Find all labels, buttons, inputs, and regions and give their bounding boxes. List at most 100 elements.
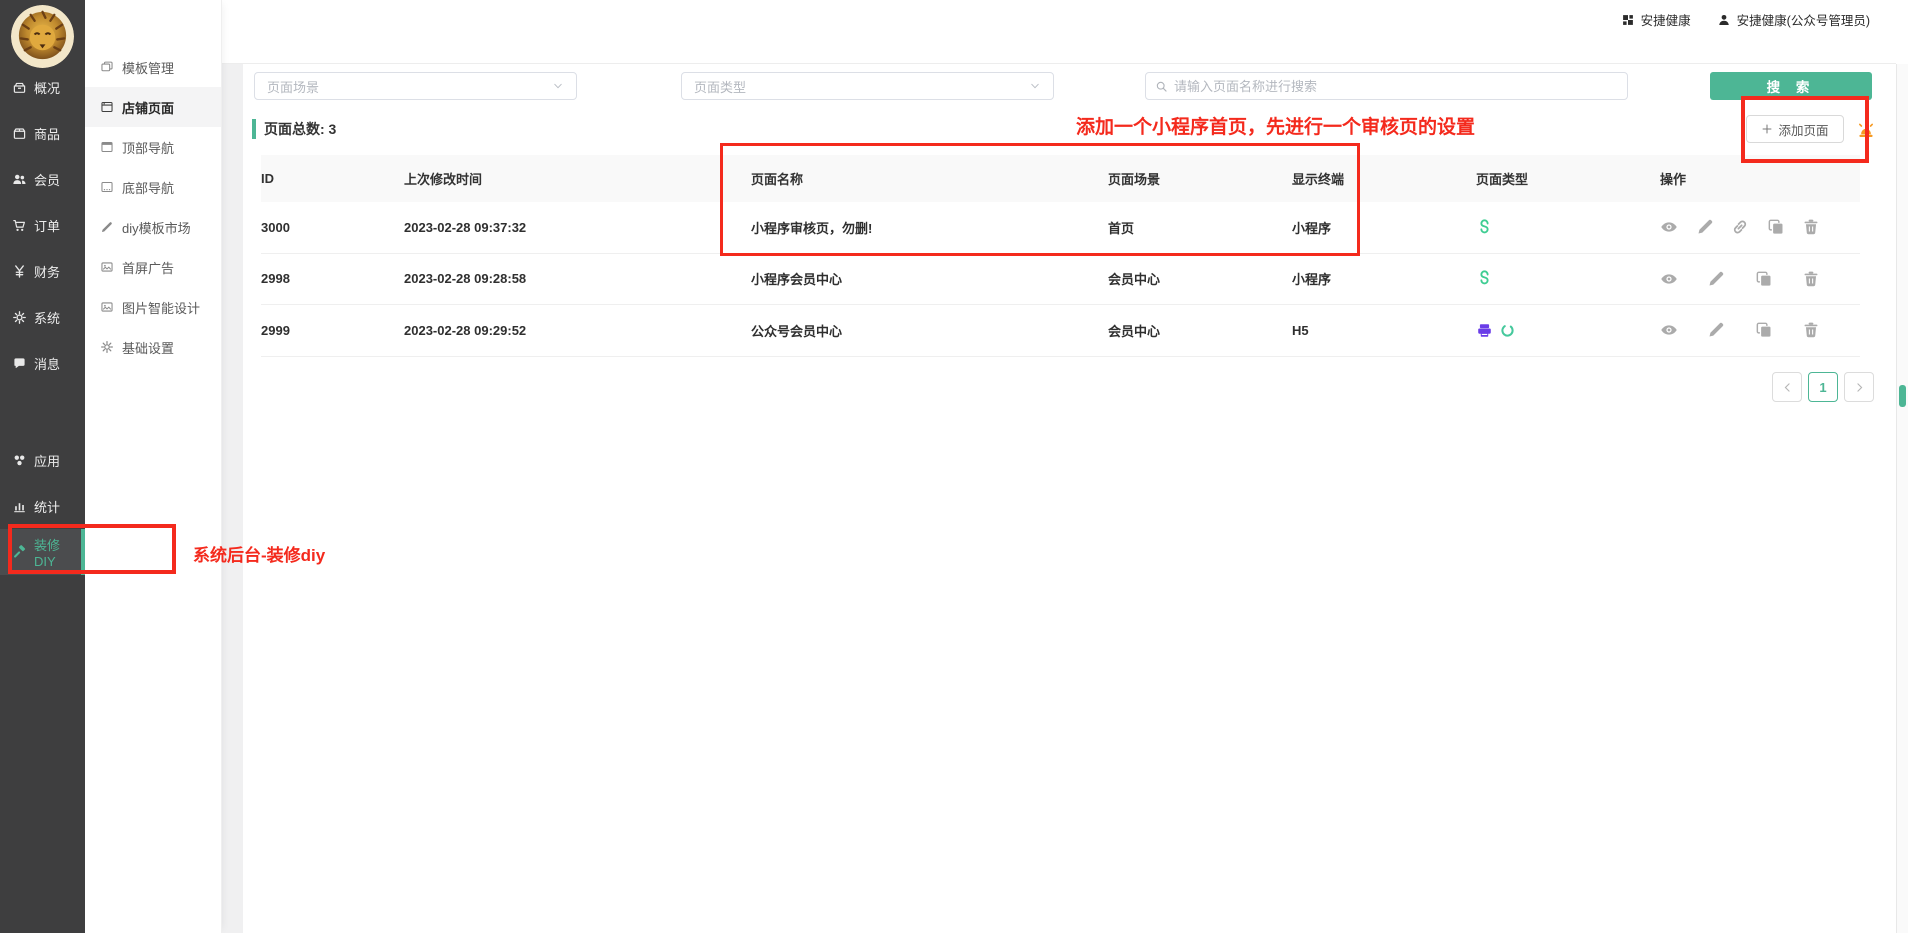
sidebar-item-3[interactable]: 订单 bbox=[0, 202, 85, 248]
delete-icon[interactable] bbox=[1802, 270, 1820, 288]
cell-id: 2998 bbox=[261, 271, 404, 286]
edit-icon[interactable] bbox=[1707, 270, 1725, 288]
sidebar-item-4[interactable]: 财务 bbox=[0, 248, 85, 294]
sidebar-item-label: 订单 bbox=[34, 216, 60, 235]
copy-icon[interactable] bbox=[1767, 218, 1785, 236]
sidebar-item-5[interactable]: 系统 bbox=[0, 294, 85, 340]
search-button[interactable]: 搜 索 bbox=[1710, 72, 1872, 100]
column-header: 页面场景 bbox=[1108, 169, 1292, 188]
sidebar-item-label: 概况 bbox=[34, 78, 60, 97]
window-bottom-icon bbox=[100, 180, 114, 194]
topbar-right: 安捷健康 安捷健康(公众号管理员) bbox=[1621, 10, 1870, 29]
search-input[interactable] bbox=[1174, 79, 1618, 94]
sidebar-item-2[interactable]: 会员 bbox=[0, 156, 85, 202]
window-top-icon bbox=[100, 140, 114, 154]
hammer-icon bbox=[12, 545, 27, 560]
submenu-item-1[interactable]: 店铺页面 bbox=[85, 87, 221, 127]
miniprogram-icon bbox=[1476, 219, 1493, 236]
submenu-item-3[interactable]: 底部导航 bbox=[85, 167, 221, 207]
copy-icon[interactable] bbox=[1755, 321, 1773, 339]
accent-bar bbox=[252, 119, 256, 139]
submenu-item-7[interactable]: 基础设置 bbox=[85, 327, 221, 367]
sidebar-group-extra: 应用 统计 装修DIY bbox=[0, 437, 85, 575]
chevron-down-icon bbox=[1029, 80, 1041, 92]
ad-icon bbox=[100, 260, 114, 274]
sidebar-item-label: 系统 bbox=[34, 308, 60, 327]
layout-gutter bbox=[222, 64, 243, 933]
view-icon[interactable] bbox=[1660, 321, 1678, 339]
sidebar-group-main: 概况 商品 会员 订单 财务 系统 消息 bbox=[0, 64, 85, 386]
sidebar-item-label: 消息 bbox=[34, 354, 60, 373]
sidebar-item-0[interactable]: 概况 bbox=[0, 64, 85, 110]
cell-scene: 会员中心 bbox=[1108, 321, 1292, 340]
cell-terminal: 小程序 bbox=[1292, 269, 1476, 288]
page-number-button[interactable]: 1 bbox=[1808, 372, 1838, 402]
user-menu[interactable]: 安捷健康(公众号管理员) bbox=[1717, 10, 1870, 29]
sidebar-item-6[interactable]: 消息 bbox=[0, 340, 85, 386]
scrollbar-thumb[interactable] bbox=[1899, 385, 1906, 407]
ad-icon bbox=[100, 300, 114, 314]
sidebar-item-label: 统计 bbox=[34, 497, 60, 516]
miniprogram-icon bbox=[1476, 270, 1493, 287]
delete-icon[interactable] bbox=[1802, 218, 1820, 236]
scrollbar-track[interactable] bbox=[1896, 64, 1908, 933]
page-number: 1 bbox=[1819, 380, 1826, 395]
brand-logo[interactable] bbox=[11, 5, 74, 68]
submenu-item-2[interactable]: 顶部导航 bbox=[85, 127, 221, 167]
sidebar-item-label: 装修DIY bbox=[34, 535, 81, 569]
page-scene-select[interactable]: 页面场景 bbox=[254, 72, 577, 100]
stats-icon bbox=[12, 499, 27, 514]
column-header: 显示终端 bbox=[1292, 169, 1476, 188]
search-box bbox=[1145, 72, 1628, 100]
cell-page-name: 公众号会员中心 bbox=[751, 321, 1108, 340]
submenu-item-5[interactable]: 首屏广告 bbox=[85, 247, 221, 287]
users-icon bbox=[12, 172, 27, 187]
workspace-grid-icon bbox=[1621, 13, 1635, 27]
cart-icon bbox=[12, 218, 27, 233]
table-row: 2999 2023-02-28 09:29:52 公众号会员中心 会员中心 H5 bbox=[261, 305, 1860, 357]
prev-page-button[interactable] bbox=[1772, 372, 1802, 402]
submenu-item-6[interactable]: 图片智能设计 bbox=[85, 287, 221, 327]
workspace-switcher[interactable]: 安捷健康 bbox=[1621, 10, 1691, 29]
h5-icon bbox=[1476, 322, 1493, 339]
submenu-item-label: 图片智能设计 bbox=[122, 298, 200, 317]
yen-icon bbox=[12, 264, 27, 279]
sidebar-item-label: 应用 bbox=[34, 451, 60, 470]
user-icon bbox=[1717, 13, 1731, 27]
view-icon[interactable] bbox=[1660, 270, 1678, 288]
view-icon[interactable] bbox=[1660, 218, 1678, 236]
submenu-item-4[interactable]: diy模板市场 bbox=[85, 207, 221, 247]
add-page-button[interactable]: 添加页面 bbox=[1746, 115, 1844, 143]
lion-logo-icon bbox=[11, 5, 74, 68]
delete-icon[interactable] bbox=[1802, 321, 1820, 339]
sidebar-item-label: 财务 bbox=[34, 262, 60, 281]
sidebar-item-label: 会员 bbox=[34, 170, 60, 189]
alarm-icon[interactable] bbox=[1856, 120, 1876, 140]
submenu-item-0[interactable]: 模板管理 bbox=[85, 47, 221, 87]
edit-icon[interactable] bbox=[1707, 321, 1725, 339]
cell-actions bbox=[1660, 321, 1820, 339]
plus-icon bbox=[1761, 123, 1773, 135]
cell-actions bbox=[1660, 218, 1820, 236]
cell-terminal: H5 bbox=[1292, 323, 1476, 338]
page-type-select[interactable]: 页面类型 bbox=[681, 72, 1054, 100]
copy-icon[interactable] bbox=[1755, 270, 1773, 288]
gear-icon bbox=[12, 310, 27, 325]
cell-scene: 会员中心 bbox=[1108, 269, 1292, 288]
next-page-button[interactable] bbox=[1844, 372, 1874, 402]
link-icon[interactable] bbox=[1731, 218, 1749, 236]
sidebar-item-1[interactable]: 商品 bbox=[0, 110, 85, 156]
submenu-item-label: 基础设置 bbox=[122, 338, 174, 357]
sidebar-item-1[interactable]: 统计 bbox=[0, 483, 85, 529]
cell-page-type bbox=[1476, 322, 1660, 339]
cell-page-type bbox=[1476, 219, 1660, 236]
sidebar-item-2[interactable]: 装修DIY bbox=[0, 529, 85, 575]
total-count: 页面总数: 3 bbox=[252, 119, 336, 139]
sidebar-item-0[interactable]: 应用 bbox=[0, 437, 85, 483]
submenu-item-label: 店铺页面 bbox=[122, 98, 174, 117]
admin-console: 概况 商品 会员 订单 财务 系统 消息 应用 统计 bbox=[0, 0, 1908, 933]
official-account-icon bbox=[1499, 322, 1516, 339]
cell-page-name: 小程序审核页，勿删! bbox=[751, 218, 1108, 237]
cell-page-name: 小程序会员中心 bbox=[751, 269, 1108, 288]
edit-icon[interactable] bbox=[1696, 218, 1714, 236]
